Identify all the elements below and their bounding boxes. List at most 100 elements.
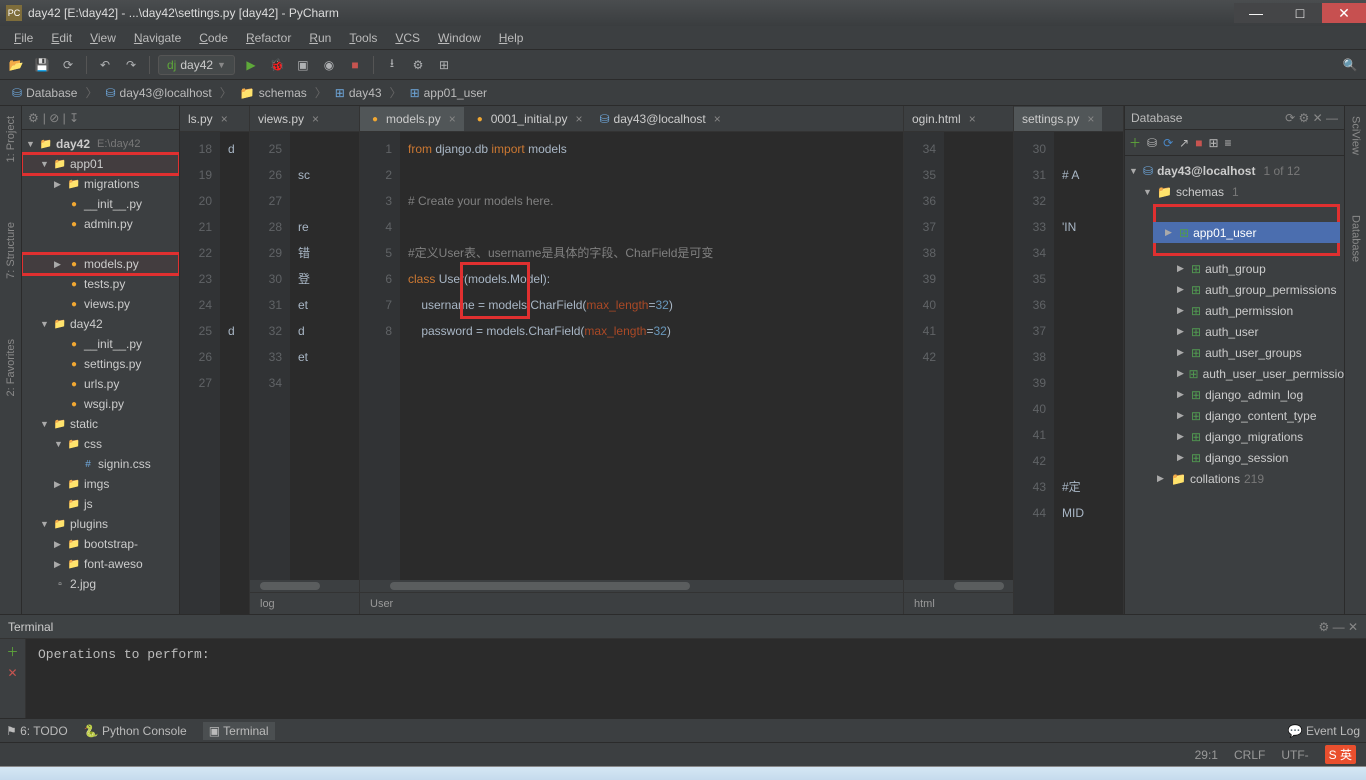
- project-item-font-aweso[interactable]: ▶📁font-aweso: [22, 554, 179, 574]
- project-item-js[interactable]: 📁js: [22, 494, 179, 514]
- table-django_migrations[interactable]: ▶⊞django_migrations: [1125, 426, 1344, 447]
- project-item-day42[interactable]: ▼📁day42: [22, 314, 179, 334]
- rail-sciview[interactable]: SciView: [1350, 116, 1362, 155]
- project-item-css[interactable]: ▼📁css: [22, 434, 179, 454]
- event-log[interactable]: 💬 Event Log: [1288, 724, 1360, 738]
- close-button[interactable]: ✕: [1322, 3, 1366, 23]
- menu-edit[interactable]: Edit: [43, 28, 80, 48]
- project-item-signin.css[interactable]: #signin.css: [22, 454, 179, 474]
- refresh-icon[interactable]: ⟳: [1163, 136, 1173, 150]
- stop-icon[interactable]: ■: [345, 55, 365, 75]
- save-icon[interactable]: 💾: [32, 55, 52, 75]
- maximize-button[interactable]: □: [1278, 3, 1322, 23]
- rail-project[interactable]: 1: Project: [5, 116, 17, 162]
- menu-vcs[interactable]: VCS: [387, 28, 428, 48]
- menu-navigate[interactable]: Navigate: [126, 28, 189, 48]
- project-item-tests.py[interactable]: ●tests.py: [22, 274, 179, 294]
- breadcrumb-day43@localhost[interactable]: ⛁ day43@localhost: [99, 84, 217, 102]
- menu-code[interactable]: Code: [191, 28, 236, 48]
- table-auth_permission[interactable]: ▶⊞auth_permission: [1125, 300, 1344, 321]
- menu-run[interactable]: Run: [301, 28, 339, 48]
- project-item-__init__.py[interactable]: ●__init__.py: [22, 334, 179, 354]
- tab-initial[interactable]: ●0001_initial.py×: [465, 107, 591, 131]
- tab-login-html[interactable]: ogin.html×: [904, 107, 984, 131]
- close-icon[interactable]: ×: [312, 112, 319, 126]
- project-item-views.py[interactable]: ●views.py: [22, 294, 179, 314]
- breadcrumb-day43[interactable]: ⊞ day43: [329, 84, 388, 102]
- project-item-settings.py[interactable]: ●settings.py: [22, 354, 179, 374]
- stop-icon[interactable]: ■: [1195, 136, 1202, 150]
- table-django_content_type[interactable]: ▶⊞django_content_type: [1125, 405, 1344, 426]
- project-item-urls.py[interactable]: ●urls.py: [22, 374, 179, 394]
- project-item-imgs[interactable]: ▶📁imgs: [22, 474, 179, 494]
- search-icon[interactable]: 🔍: [1340, 55, 1360, 75]
- terminal-output[interactable]: Operations to perform:: [26, 639, 1366, 718]
- tab-views[interactable]: views.py×: [250, 107, 327, 131]
- coverage-icon[interactable]: ▣: [293, 55, 313, 75]
- tab-todo[interactable]: ⚑ 6: TODO: [6, 724, 68, 738]
- expand-icon[interactable]: ≡: [1225, 136, 1232, 150]
- collations-node[interactable]: ▶📁collations 219: [1125, 468, 1344, 489]
- table-auth_group_permissions[interactable]: ▶⊞auth_group_permissions: [1125, 279, 1344, 300]
- project-item-wsgi.py[interactable]: ●wsgi.py: [22, 394, 179, 414]
- breadcrumb-app01_user[interactable]: ⊞ app01_user: [404, 84, 493, 102]
- breadcrumb-Database[interactable]: ⛁ Database: [6, 84, 83, 102]
- close-icon[interactable]: ×: [221, 112, 228, 126]
- tab-models[interactable]: ●models.py×: [360, 107, 464, 131]
- menu-file[interactable]: File: [6, 28, 41, 48]
- refresh-icon[interactable]: ⟳: [58, 55, 78, 75]
- project-item-bootstrap-[interactable]: ▶📁bootstrap-: [22, 534, 179, 554]
- structure-icon[interactable]: ⊞: [434, 55, 454, 75]
- project-item-models.py[interactable]: ▶●models.py: [22, 254, 179, 274]
- project-item-plugins[interactable]: ▼📁plugins: [22, 514, 179, 534]
- menu-view[interactable]: View: [82, 28, 124, 48]
- minimize-button[interactable]: —: [1234, 3, 1278, 23]
- code-editor[interactable]: 12345678 from django.db import models# C…: [360, 132, 903, 580]
- table-app01-user[interactable]: ▶⊞ app01_user: [1153, 222, 1340, 243]
- rail-favorites[interactable]: 2: Favorites: [5, 339, 17, 396]
- datasource-node[interactable]: ▼⛁ day43@localhost 1 of 12: [1125, 160, 1344, 181]
- project-item-admin.py[interactable]: ●admin.py: [22, 214, 179, 234]
- project-item-migrations[interactable]: ▶📁migrations: [22, 174, 179, 194]
- menu-refactor[interactable]: Refactor: [238, 28, 299, 48]
- project-item-__init__.py[interactable]: ●__init__.py: [22, 194, 179, 214]
- tab-db-console[interactable]: ⛁day43@localhost×: [591, 107, 728, 131]
- run-icon[interactable]: ▶: [241, 55, 261, 75]
- close-icon[interactable]: ×: [969, 112, 976, 126]
- menu-window[interactable]: Window: [430, 28, 489, 48]
- tab-python-console[interactable]: 🐍 Python Console: [84, 724, 187, 738]
- debug-icon[interactable]: 🐞: [267, 55, 287, 75]
- redo-icon[interactable]: ↷: [121, 55, 141, 75]
- profile-icon[interactable]: ◉: [319, 55, 339, 75]
- project-root[interactable]: ▼ 📁 day42 E:\day42: [22, 134, 179, 154]
- menu-tools[interactable]: Tools: [341, 28, 385, 48]
- add-icon[interactable]: ＋: [1129, 134, 1141, 151]
- gear-icon[interactable]: ⚙: [28, 111, 39, 125]
- close-icon[interactable]: ×: [449, 112, 456, 126]
- rail-database[interactable]: Database: [1350, 215, 1362, 262]
- menu-help[interactable]: Help: [491, 28, 532, 48]
- open-icon[interactable]: 📂: [6, 55, 26, 75]
- close-icon[interactable]: ✕: [7, 666, 17, 680]
- table-django_session[interactable]: ▶⊞django_session: [1125, 447, 1344, 468]
- breadcrumb-schemas[interactable]: 📁 schemas: [234, 84, 313, 102]
- settings-icon[interactable]: ⚙: [408, 55, 428, 75]
- tab-ls[interactable]: ls.py×: [180, 107, 236, 131]
- tab-settings[interactable]: settings.py×: [1014, 107, 1102, 131]
- project-item-static[interactable]: ▼📁static: [22, 414, 179, 434]
- close-icon[interactable]: ×: [1087, 112, 1094, 126]
- run-config-selector[interactable]: djday42▼: [158, 55, 235, 75]
- add-icon[interactable]: ＋: [6, 643, 18, 660]
- close-icon[interactable]: ×: [714, 112, 721, 126]
- jump-icon[interactable]: ↗: [1179, 136, 1189, 150]
- undo-icon[interactable]: ↶: [95, 55, 115, 75]
- table-auth_group[interactable]: ▶⊞auth_group: [1125, 258, 1344, 279]
- tab-terminal[interactable]: ▣ Terminal: [203, 722, 275, 740]
- datasource-properties-icon[interactable]: ⛁: [1147, 136, 1157, 150]
- table-auth_user[interactable]: ▶⊞auth_user: [1125, 321, 1344, 342]
- vcs-icon[interactable]: ⭳: [382, 55, 402, 75]
- project-item-app01[interactable]: ▼📁app01: [22, 154, 179, 174]
- table-django_admin_log[interactable]: ▶⊞django_admin_log: [1125, 384, 1344, 405]
- table-auth_user_groups[interactable]: ▶⊞auth_user_groups: [1125, 342, 1344, 363]
- rail-structure[interactable]: 7: Structure: [5, 222, 17, 279]
